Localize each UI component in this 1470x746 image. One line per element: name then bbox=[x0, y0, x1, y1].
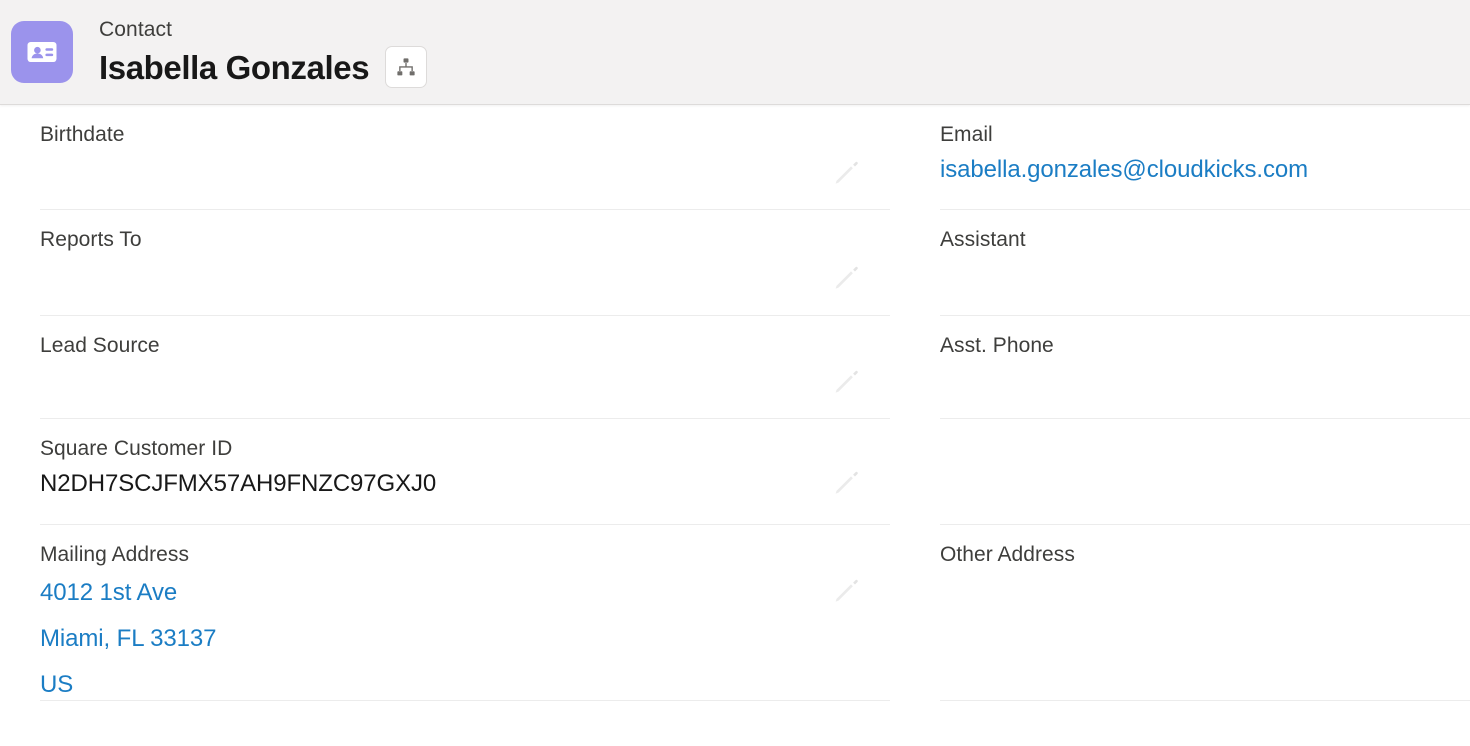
edit-pencil-icon[interactable] bbox=[832, 467, 862, 497]
field-asst-phone: Asst. Phone bbox=[940, 316, 1470, 419]
field-other-address: Other Address bbox=[940, 525, 1470, 701]
record-title-row: Isabella Gonzales bbox=[99, 46, 428, 88]
field-value bbox=[940, 253, 1470, 287]
field-label: Email bbox=[940, 123, 993, 146]
page-title: Isabella Gonzales bbox=[99, 48, 370, 86]
details-columns: Birthdate Reports To Lead Source Square … bbox=[0, 105, 1470, 701]
edit-pencil-icon[interactable] bbox=[832, 366, 862, 396]
contact-detail-page: Contact Isabella Gonzales Birthdate Repo… bbox=[0, 0, 1470, 746]
field-label: Birthdate bbox=[40, 123, 125, 146]
address-line[interactable]: 4012 1st Ave bbox=[40, 570, 890, 616]
field-email: Email isabella.gonzales@cloudkicks.com bbox=[940, 105, 1470, 210]
field-label: Other Address bbox=[940, 543, 1075, 566]
address-line[interactable]: US bbox=[40, 662, 890, 708]
field-value bbox=[40, 253, 890, 287]
contact-card-icon bbox=[11, 21, 73, 83]
field-blank-spacer bbox=[940, 419, 1470, 525]
edit-pencil-icon[interactable] bbox=[832, 575, 862, 605]
header-text-block: Contact Isabella Gonzales bbox=[99, 16, 428, 88]
field-value bbox=[40, 359, 890, 393]
field-lead-source: Lead Source bbox=[40, 316, 890, 419]
field-value bbox=[940, 436, 1470, 470]
field-label: Mailing Address bbox=[40, 543, 189, 566]
field-label: Reports To bbox=[40, 228, 142, 251]
field-birthdate: Birthdate bbox=[40, 105, 890, 210]
edit-pencil-icon[interactable] bbox=[832, 157, 862, 187]
field-label: Lead Source bbox=[40, 334, 160, 357]
edit-pencil-icon[interactable] bbox=[832, 262, 862, 292]
record-details-body: Birthdate Reports To Lead Source Square … bbox=[0, 105, 1470, 701]
object-type-label: Contact bbox=[99, 18, 173, 41]
other-address-value bbox=[940, 568, 1470, 602]
field-reports-to: Reports To bbox=[40, 210, 890, 316]
field-label: Square Customer ID bbox=[40, 437, 233, 460]
details-column-right: Email isabella.gonzales@cloudkicks.com A… bbox=[940, 105, 1470, 701]
field-square-customer-id: Square Customer ID N2DH7SCJFMX57AH9FNZC9… bbox=[40, 419, 890, 525]
field-label: Asst. Phone bbox=[940, 334, 1054, 357]
field-label: Assistant bbox=[940, 228, 1026, 251]
details-column-left: Birthdate Reports To Lead Source Square … bbox=[0, 105, 890, 701]
org-hierarchy-icon[interactable] bbox=[385, 46, 428, 88]
field-mailing-address: Mailing Address 4012 1st Ave Miami, FL 3… bbox=[40, 525, 890, 701]
field-value bbox=[40, 148, 890, 182]
record-header: Contact Isabella Gonzales bbox=[0, 0, 1470, 105]
address-line[interactable]: Miami, FL 33137 bbox=[40, 616, 890, 662]
field-label bbox=[940, 419, 1470, 436]
field-assistant: Assistant bbox=[940, 210, 1470, 316]
mailing-address-value: 4012 1st Ave Miami, FL 33137 US bbox=[40, 568, 890, 708]
email-link[interactable]: isabella.gonzales@cloudkicks.com bbox=[940, 148, 1470, 186]
field-value: N2DH7SCJFMX57AH9FNZC97GXJ0 bbox=[40, 470, 437, 497]
field-value bbox=[940, 359, 1470, 393]
